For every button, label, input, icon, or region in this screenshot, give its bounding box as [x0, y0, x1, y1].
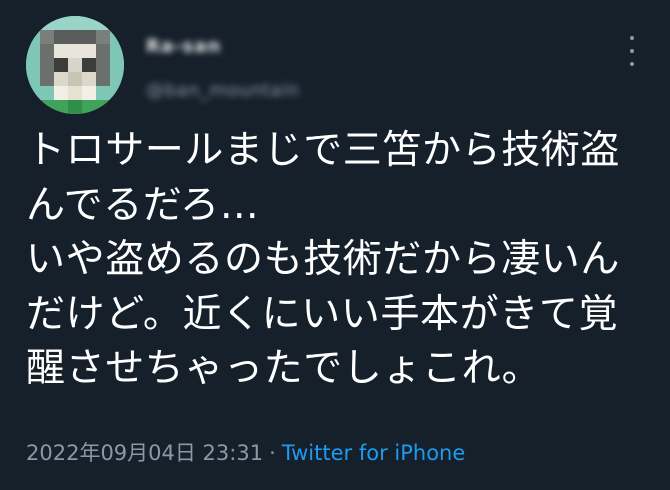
more-vertical-icon-dot [630, 62, 634, 66]
tweet-meta: 2022年09月04日 23:31 · Twitter for iPhone [26, 438, 465, 468]
meta-separator: · [269, 441, 276, 465]
more-vertical-icon-dot [630, 49, 634, 53]
tweet-text-line: だけど。近くにいい手本がきて覚 [26, 291, 619, 337]
tweet-timestamp[interactable]: 2022年09月04日 23:31 [26, 441, 263, 465]
tweet-text-line: いや盗めるのも技術だから凄いん [26, 237, 621, 283]
tweet-card: Ra-san @ban_mountain トロサールまじで三笘から技術盗 んでる… [0, 0, 670, 490]
tweet-text: トロサールまじで三笘から技術盗 んでるだろ… いや盗めるのも技術だから凄いん だ… [26, 124, 651, 397]
user-handle[interactable]: @ban_mountain [146, 80, 299, 101]
tweet-text-line: んでるだろ… [26, 182, 260, 228]
tweet-source-link[interactable]: Twitter for iPhone [282, 441, 466, 465]
avatar[interactable] [26, 16, 124, 114]
tweet-text-line: トロサールまじで三笘から技術盗 [26, 128, 621, 173]
more-options-button[interactable] [620, 36, 644, 66]
tweet-text-line: 醒させちゃったでしょこれ。 [26, 346, 542, 392]
user-display-name[interactable]: Ra-san [146, 36, 221, 57]
more-vertical-icon [630, 36, 634, 40]
avatar-image [26, 16, 124, 114]
